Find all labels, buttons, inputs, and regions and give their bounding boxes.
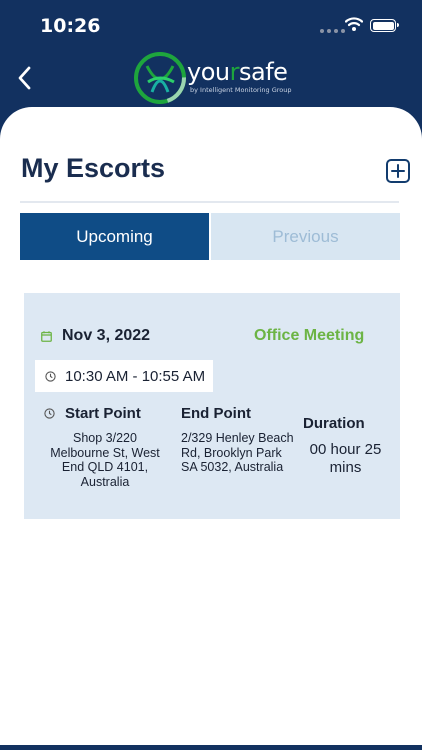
start-address: Shop 3/220 Melbourne St, West End QLD 41… xyxy=(50,431,160,489)
wifi-icon xyxy=(345,17,363,31)
add-escort-button[interactable] xyxy=(386,159,410,183)
status-time: 10:26 xyxy=(40,15,101,37)
battery-icon xyxy=(370,19,399,32)
calendar-icon xyxy=(41,331,52,342)
add-icon xyxy=(391,164,405,178)
logo-wordmark: yoursafe xyxy=(187,58,288,86)
start-point-label: Start Point xyxy=(65,405,141,422)
time-range-box: 10:30 AM - 10:55 AM xyxy=(35,360,213,392)
escort-date: Nov 3, 2022 xyxy=(62,327,151,344)
tab-previous[interactable]: Previous xyxy=(211,213,400,260)
duration-value: 00 hour 25 mins xyxy=(309,441,382,476)
tab-upcoming[interactable]: Upcoming xyxy=(20,213,209,260)
escort-tabs: Upcoming Previous xyxy=(20,213,400,260)
clock-icon xyxy=(45,371,56,382)
duration-label: Duration xyxy=(303,415,365,432)
back-chevron-icon xyxy=(18,66,31,90)
logo-mark-icon xyxy=(134,52,186,104)
escort-type: Office Meeting xyxy=(254,327,365,344)
logo-subtitle: by Intelligent Monitoring Group xyxy=(190,86,292,94)
bottom-bar xyxy=(0,745,422,750)
page-title: My Escorts xyxy=(21,153,166,183)
signal-icon xyxy=(320,29,345,33)
time-range: 10:30 AM - 10:55 AM xyxy=(65,368,206,385)
escort-card[interactable]: Nov 3, 2022 Office Meeting 10:30 AM - 10… xyxy=(24,293,400,519)
divider xyxy=(20,201,399,203)
end-address: 2/329 Henley Beach Rd, Brooklyn Park SA … xyxy=(181,431,294,474)
end-point-label: End Point xyxy=(181,405,251,422)
content-sheet: My Escorts Upcoming Previous Nov 3, 2022… xyxy=(0,107,422,750)
clock-icon xyxy=(44,408,55,419)
back-button[interactable] xyxy=(12,64,36,92)
yoursafe-logo: yoursafe by Intelligent Monitoring Group xyxy=(134,52,292,106)
